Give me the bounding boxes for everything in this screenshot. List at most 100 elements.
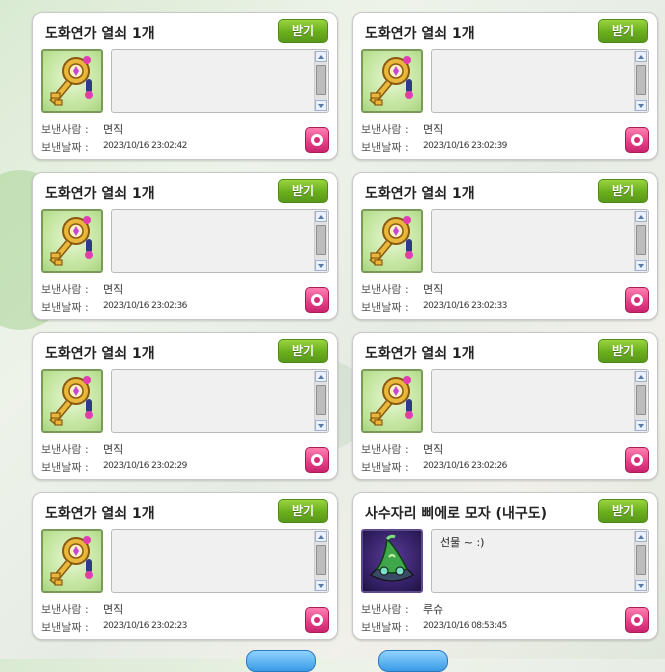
sender-label: 보낸사람 : bbox=[361, 443, 409, 456]
sent-date: 2023/10/16 23:02:42 bbox=[103, 141, 187, 151]
delete-button[interactable] bbox=[625, 287, 649, 313]
sent-date: 2023/10/16 23:02:26 bbox=[423, 461, 507, 471]
next-page-button[interactable] bbox=[378, 650, 448, 672]
date-label: 보낸날짜 : bbox=[361, 301, 409, 314]
gift-title: 도화연가 열쇠 1개 bbox=[365, 186, 475, 202]
delete-button[interactable] bbox=[305, 447, 329, 473]
delete-icon bbox=[631, 294, 643, 306]
sender-label: 보낸사람 : bbox=[41, 283, 89, 296]
sender-label: 보낸사람 : bbox=[41, 443, 89, 456]
gift-title: 도화연가 열쇠 1개 bbox=[45, 26, 155, 42]
sender-name: 면직 bbox=[423, 443, 444, 456]
golden-key-icon bbox=[361, 49, 423, 113]
golden-key-icon bbox=[41, 209, 103, 273]
date-label: 보낸날짜 : bbox=[41, 621, 89, 634]
scrollbar[interactable] bbox=[314, 371, 327, 431]
scroll-up-icon[interactable] bbox=[635, 371, 647, 382]
scroll-down-icon[interactable] bbox=[635, 100, 647, 111]
delete-button[interactable] bbox=[305, 607, 329, 633]
gift-title: 도화연가 열쇠 1개 bbox=[365, 346, 475, 362]
message-box[interactable] bbox=[111, 49, 329, 113]
sagittarius-clown-hat-icon bbox=[361, 529, 423, 593]
scroll-up-icon[interactable] bbox=[315, 51, 327, 62]
scroll-up-icon[interactable] bbox=[635, 211, 647, 222]
gift-title: 도화연가 열쇠 1개 bbox=[45, 346, 155, 362]
sender-label: 보낸사람 : bbox=[361, 283, 409, 296]
scroll-up-icon[interactable] bbox=[315, 211, 327, 222]
message-box[interactable] bbox=[431, 49, 649, 113]
delete-button[interactable] bbox=[625, 447, 649, 473]
sender-label: 보낸사람 : bbox=[361, 603, 409, 616]
sender-name: 루슈 bbox=[423, 603, 444, 616]
scroll-thumb[interactable] bbox=[316, 545, 326, 575]
receive-button[interactable]: 받기 bbox=[598, 179, 648, 203]
golden-key-icon bbox=[41, 529, 103, 593]
scrollbar[interactable] bbox=[634, 51, 647, 111]
scrollbar[interactable] bbox=[314, 211, 327, 271]
scrollbar[interactable] bbox=[314, 531, 327, 591]
receive-button[interactable]: 받기 bbox=[278, 499, 328, 523]
date-label: 보낸날짜 : bbox=[361, 461, 409, 474]
sender-name: 면직 bbox=[103, 603, 124, 616]
message-box[interactable]: 선물 ~ :) bbox=[431, 529, 649, 593]
scroll-up-icon[interactable] bbox=[635, 531, 647, 542]
gift-title: 도화연가 열쇠 1개 bbox=[45, 506, 155, 522]
receive-button[interactable]: 받기 bbox=[598, 19, 648, 43]
gift-card: 도화연가 열쇠 1개 받기 보낸사람 : 면직 보낸날짜 : 2023/10/1… bbox=[32, 332, 338, 480]
delete-icon bbox=[311, 614, 323, 626]
scroll-thumb[interactable] bbox=[316, 385, 326, 415]
scroll-thumb[interactable] bbox=[316, 225, 326, 255]
date-label: 보낸날짜 : bbox=[361, 621, 409, 634]
prev-page-button[interactable] bbox=[246, 650, 316, 672]
scroll-down-icon[interactable] bbox=[635, 580, 647, 591]
scroll-down-icon[interactable] bbox=[315, 260, 327, 271]
date-label: 보낸날짜 : bbox=[41, 301, 89, 314]
scrollbar[interactable] bbox=[634, 371, 647, 431]
scroll-up-icon[interactable] bbox=[315, 371, 327, 382]
scroll-down-icon[interactable] bbox=[315, 580, 327, 591]
receive-button[interactable]: 받기 bbox=[278, 339, 328, 363]
scroll-thumb[interactable] bbox=[636, 385, 646, 415]
message-box[interactable] bbox=[431, 369, 649, 433]
scrollbar[interactable] bbox=[634, 211, 647, 271]
scroll-thumb[interactable] bbox=[636, 225, 646, 255]
scrollbar[interactable] bbox=[634, 531, 647, 591]
sender-label: 보낸사람 : bbox=[41, 603, 89, 616]
scroll-up-icon[interactable] bbox=[635, 51, 647, 62]
delete-icon bbox=[311, 294, 323, 306]
sent-date: 2023/10/16 23:02:23 bbox=[103, 621, 187, 631]
scroll-down-icon[interactable] bbox=[315, 420, 327, 431]
receive-button[interactable]: 받기 bbox=[278, 19, 328, 43]
date-label: 보낸날짜 : bbox=[361, 141, 409, 154]
gift-card: 도화연가 열쇠 1개 받기 보낸사람 : 면직 보낸날짜 : 2023/10/1… bbox=[32, 12, 338, 160]
scroll-down-icon[interactable] bbox=[635, 420, 647, 431]
message-box[interactable] bbox=[111, 529, 329, 593]
gift-title: 도화연가 열쇠 1개 bbox=[45, 186, 155, 202]
sent-date: 2023/10/16 08:53:45 bbox=[423, 621, 507, 631]
message-box[interactable] bbox=[431, 209, 649, 273]
gift-title: 사수자리 삐에로 모자 (내구도) bbox=[365, 506, 547, 522]
delete-button[interactable] bbox=[625, 127, 649, 153]
scroll-thumb[interactable] bbox=[636, 545, 646, 575]
delete-icon bbox=[311, 134, 323, 146]
golden-key-icon bbox=[361, 209, 423, 273]
scrollbar[interactable] bbox=[314, 51, 327, 111]
scroll-down-icon[interactable] bbox=[315, 100, 327, 111]
receive-button[interactable]: 받기 bbox=[278, 179, 328, 203]
receive-button[interactable]: 받기 bbox=[598, 339, 648, 363]
sent-date: 2023/10/16 23:02:33 bbox=[423, 301, 507, 311]
scroll-thumb[interactable] bbox=[316, 65, 326, 95]
message-box[interactable] bbox=[111, 369, 329, 433]
scroll-up-icon[interactable] bbox=[315, 531, 327, 542]
scroll-down-icon[interactable] bbox=[635, 260, 647, 271]
delete-button[interactable] bbox=[625, 607, 649, 633]
scroll-thumb[interactable] bbox=[636, 65, 646, 95]
message-box[interactable] bbox=[111, 209, 329, 273]
date-label: 보낸날짜 : bbox=[41, 461, 89, 474]
delete-button[interactable] bbox=[305, 287, 329, 313]
delete-icon bbox=[631, 134, 643, 146]
receive-button[interactable]: 받기 bbox=[598, 499, 648, 523]
date-label: 보낸날짜 : bbox=[41, 141, 89, 154]
delete-button[interactable] bbox=[305, 127, 329, 153]
golden-key-icon bbox=[41, 369, 103, 433]
